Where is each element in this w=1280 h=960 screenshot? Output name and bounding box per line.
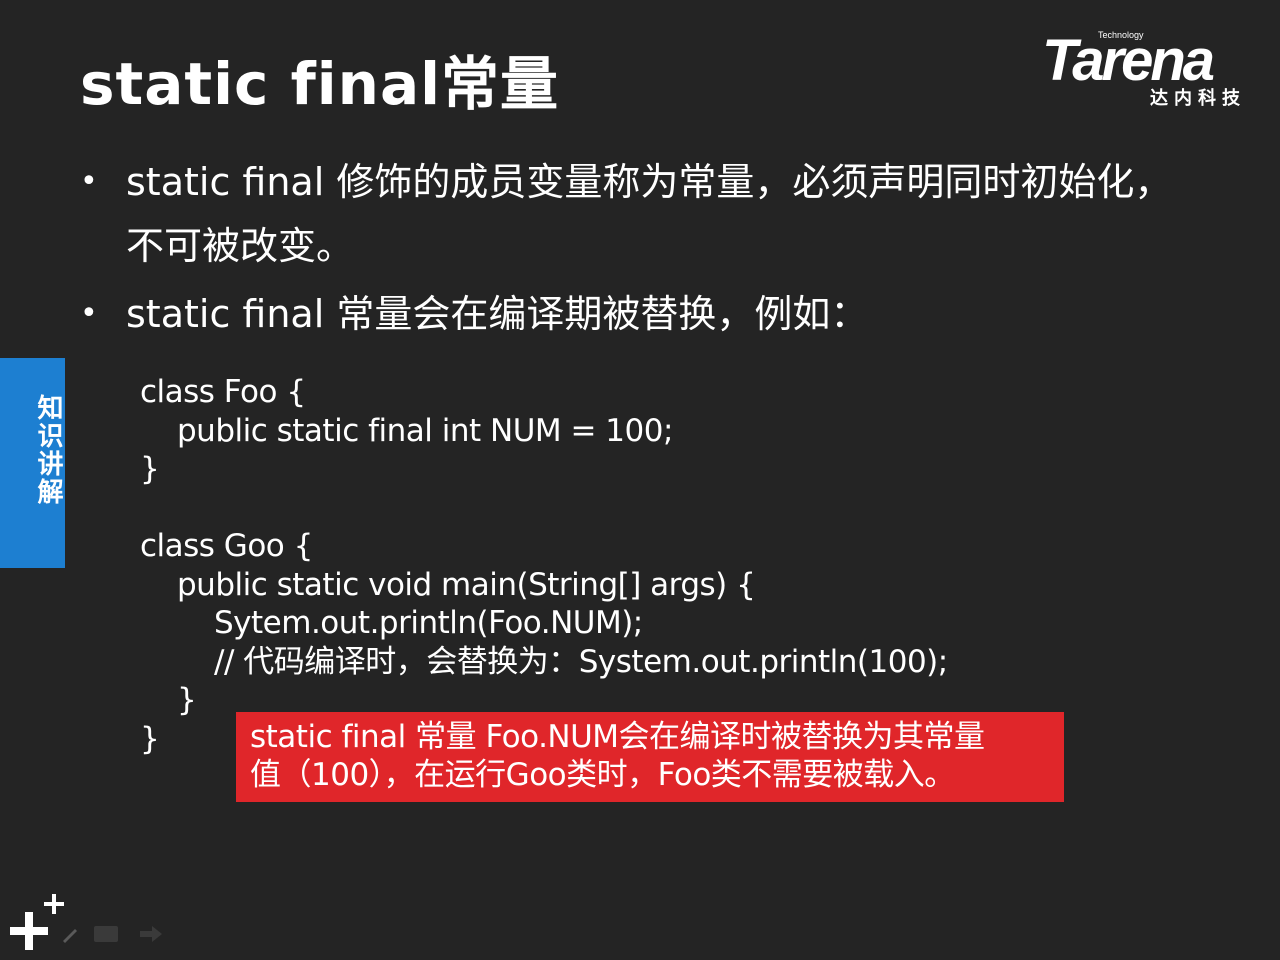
callout-note: static final 常量 Foo.NUM会在编译时被替换为其常量 值（10… [236, 712, 1064, 802]
knowledge-tab-label: 知识讲解 [0, 394, 65, 506]
pen-icon[interactable] [60, 924, 80, 944]
bullet-marker: • [80, 296, 98, 331]
bullet-text: static final 常量会在编译期被替换，例如： [126, 292, 869, 336]
bullet-text: static final 修饰的成员变量称为常量，必须声明同时初始化，不可被改变… [126, 160, 1173, 268]
slide-title: static final常量 [80, 50, 559, 118]
bullet-item: • static final 常量会在编译期被替换，例如： [80, 282, 1180, 346]
code-line: public static void main(String[] args) { [177, 566, 756, 603]
code-line: // 代码编译时，会替换为：System.out.println(100); [214, 643, 948, 680]
code-line: Sytem.out.println(Foo.NUM); [214, 605, 643, 641]
bullet-list: • static final 修饰的成员变量称为常量，必须声明同时初始化，不可被… [80, 150, 1180, 350]
presentation-toolbar [8, 890, 178, 950]
knowledge-tab-text: 知识讲解 [33, 394, 63, 506]
tarena-logo: Technology Tarena 达内科技 [1040, 28, 1265, 109]
slide-menu-icon[interactable] [94, 926, 118, 942]
knowledge-tab[interactable]: 知识讲解 [0, 358, 65, 568]
code-line: public static final int NUM = 100; [177, 412, 673, 449]
code-block: class Foo { public static final int NUM … [140, 373, 948, 758]
code-line: class Foo { [140, 374, 306, 410]
callout-line: 值（100），在运行Goo类时，Foo类不需要被载入。 [250, 757, 955, 793]
code-line: } [140, 451, 160, 487]
next-arrow-icon[interactable] [138, 924, 164, 944]
callout-line: static final 常量 Foo.NUM会在编译时被替换为其常量 [250, 719, 985, 755]
plus-small-icon[interactable] [44, 894, 64, 914]
bullet-marker: • [80, 164, 98, 199]
logo-chinese-text: 达内科技 [1150, 88, 1246, 109]
add-icon[interactable] [10, 912, 48, 950]
code-line: class Goo { [140, 528, 313, 564]
logo-wordmark: Tarena [1042, 28, 1215, 93]
bullet-item: • static final 修饰的成员变量称为常量，必须声明同时初始化，不可被… [80, 150, 1180, 278]
